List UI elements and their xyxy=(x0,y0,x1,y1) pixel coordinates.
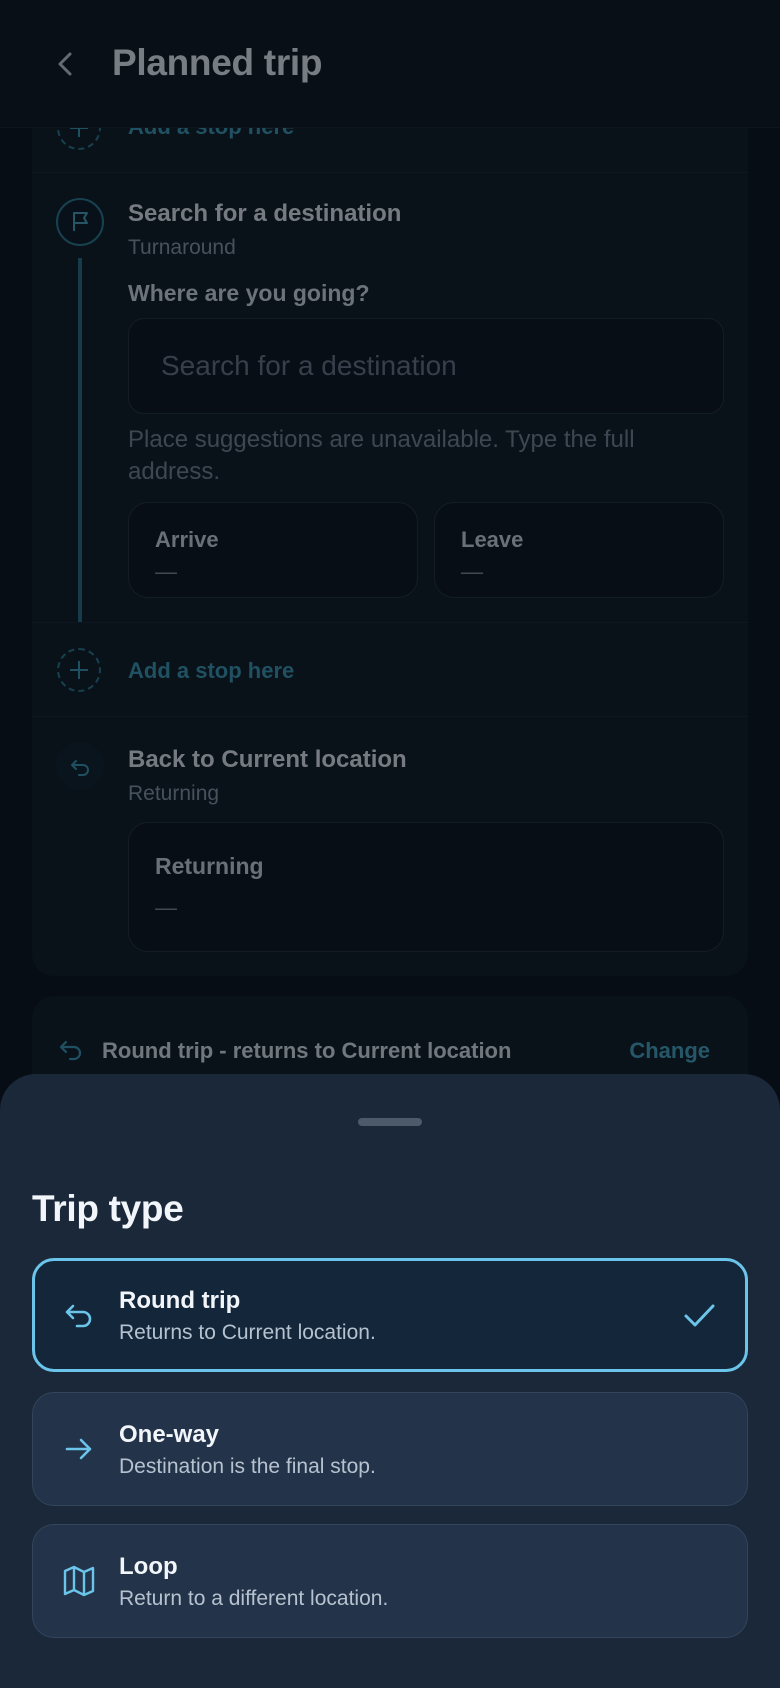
option-one-way[interactable]: One-way Destination is the final stop. xyxy=(32,1392,748,1506)
option-description: Destination is the final stop. xyxy=(119,1455,376,1478)
option-loop[interactable]: Loop Return to a different location. xyxy=(32,1524,748,1638)
sheet-title: Trip type xyxy=(32,1188,184,1229)
option-round-trip[interactable]: Round trip Returns to Current location. xyxy=(32,1258,748,1372)
option-title: One-way xyxy=(119,1421,220,1448)
trip-type-sheet: Trip type Round trip Returns to Current … xyxy=(0,1074,780,1688)
return-arrow-icon xyxy=(65,1304,92,1328)
drag-handle[interactable] xyxy=(358,1118,422,1126)
check-icon xyxy=(684,1304,715,1327)
option-description: Returns to Current location. xyxy=(119,1321,376,1344)
option-description: Return to a different location. xyxy=(119,1587,389,1610)
trip-planner-screen: Planned trip Add a stop here Search for … xyxy=(0,0,780,1688)
map-icon xyxy=(63,1565,95,1597)
option-title: Loop xyxy=(119,1553,178,1580)
arrow-right-icon xyxy=(65,1438,92,1460)
option-title: Round trip xyxy=(119,1287,241,1314)
